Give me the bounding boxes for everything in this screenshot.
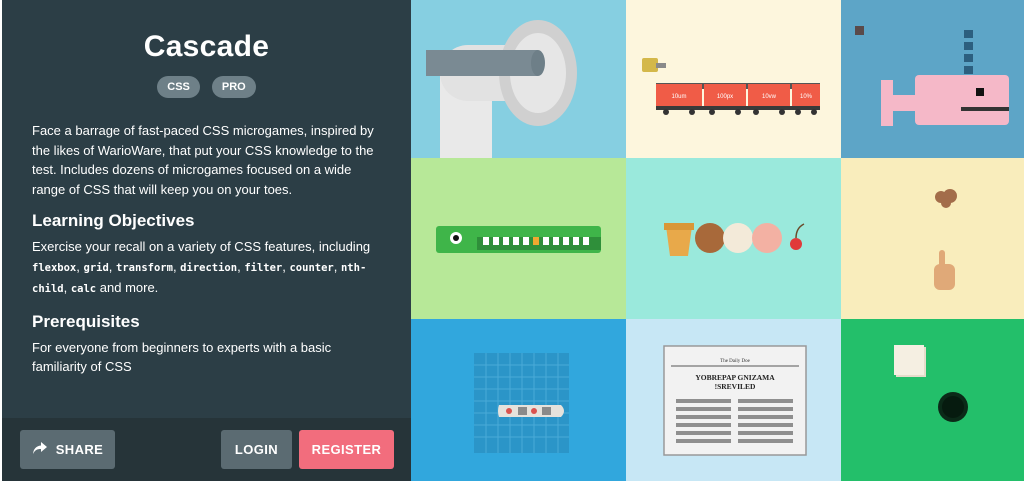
- share-label: SHARE: [55, 442, 104, 457]
- microgame-tile-whale: [841, 0, 1024, 158]
- toilet-paper-illustration: [426, 20, 577, 158]
- ice-cream-illustration: [664, 223, 805, 256]
- feature-flexbox: flexbox: [32, 261, 77, 274]
- prereq-text: For everyone from beginners to experts w…: [32, 339, 332, 375]
- newspaper-headline-1: YOBREPAP GNIZAMA: [695, 373, 775, 382]
- course-info-panel: Cascade CSS PRO Face a barrage of fast-p…: [2, 0, 411, 481]
- course-description: Face a barrage of fast-paced CSS microga…: [32, 123, 374, 197]
- newspaper-headline-2: !SREVILED: [715, 382, 756, 391]
- hand-illustration: [934, 189, 957, 290]
- feature-filter: filter: [244, 261, 283, 274]
- train-label-1: 10um: [671, 94, 686, 100]
- microgame-tile-hand: [841, 158, 1024, 319]
- login-button[interactable]: LOGIN: [221, 430, 292, 469]
- train-label-2: 100px: [717, 94, 733, 100]
- microgame-tile-hole: [841, 319, 1024, 481]
- share-button[interactable]: SHARE: [20, 430, 115, 469]
- course-tags: CSS PRO: [32, 76, 381, 98]
- train-label-3: 10vw: [762, 94, 777, 100]
- tag-pro: PRO: [211, 76, 256, 98]
- feature-transform: transform: [116, 261, 173, 274]
- whale-illustration: [855, 26, 1009, 126]
- crocodile-illustration: [436, 226, 601, 253]
- objectives-text: Exercise your recall on a variety of CSS…: [32, 239, 371, 295]
- train-illustration: 10um 100px 10vw 10%: [642, 58, 820, 115]
- microgame-tile-newspaper: The Daily Doe YOBREPAP GNIZAMA !SREVILED: [626, 319, 841, 481]
- objectives-tail: and more.: [99, 280, 159, 295]
- objectives-heading: Learning Objectives: [32, 211, 195, 230]
- feature-counter: counter: [289, 261, 334, 274]
- prereq-heading: Prerequisites: [32, 311, 140, 331]
- action-bar: SHARE LOGIN REGISTER: [2, 418, 411, 481]
- tag-css: CSS: [157, 76, 200, 98]
- feature-grid: grid: [83, 261, 109, 274]
- feature-calc: calc: [70, 283, 97, 295]
- share-arrow-icon: [32, 441, 48, 458]
- ship-grid-illustration: [474, 353, 569, 453]
- newspaper-masthead: The Daily Doe: [720, 359, 750, 364]
- hole-illustration: [894, 345, 968, 422]
- course-title: Cascade: [143, 30, 270, 63]
- microgame-tile-crocodile: [411, 158, 626, 319]
- objectives-intro: Exercise your recall on a variety of CSS…: [32, 239, 371, 254]
- microgame-tile-train: 10um 100px 10vw 10%: [626, 0, 841, 158]
- microgame-tile-ship: [411, 319, 626, 481]
- train-label-4: 10%: [800, 94, 813, 100]
- newspaper-illustration: The Daily Doe YOBREPAP GNIZAMA !SREVILED: [663, 345, 807, 456]
- feature-direction: direction: [180, 261, 238, 274]
- microgame-tile-ice-cream: [626, 158, 841, 319]
- microgame-tile-toilet-paper: [411, 0, 626, 158]
- register-button[interactable]: REGISTER: [299, 430, 394, 469]
